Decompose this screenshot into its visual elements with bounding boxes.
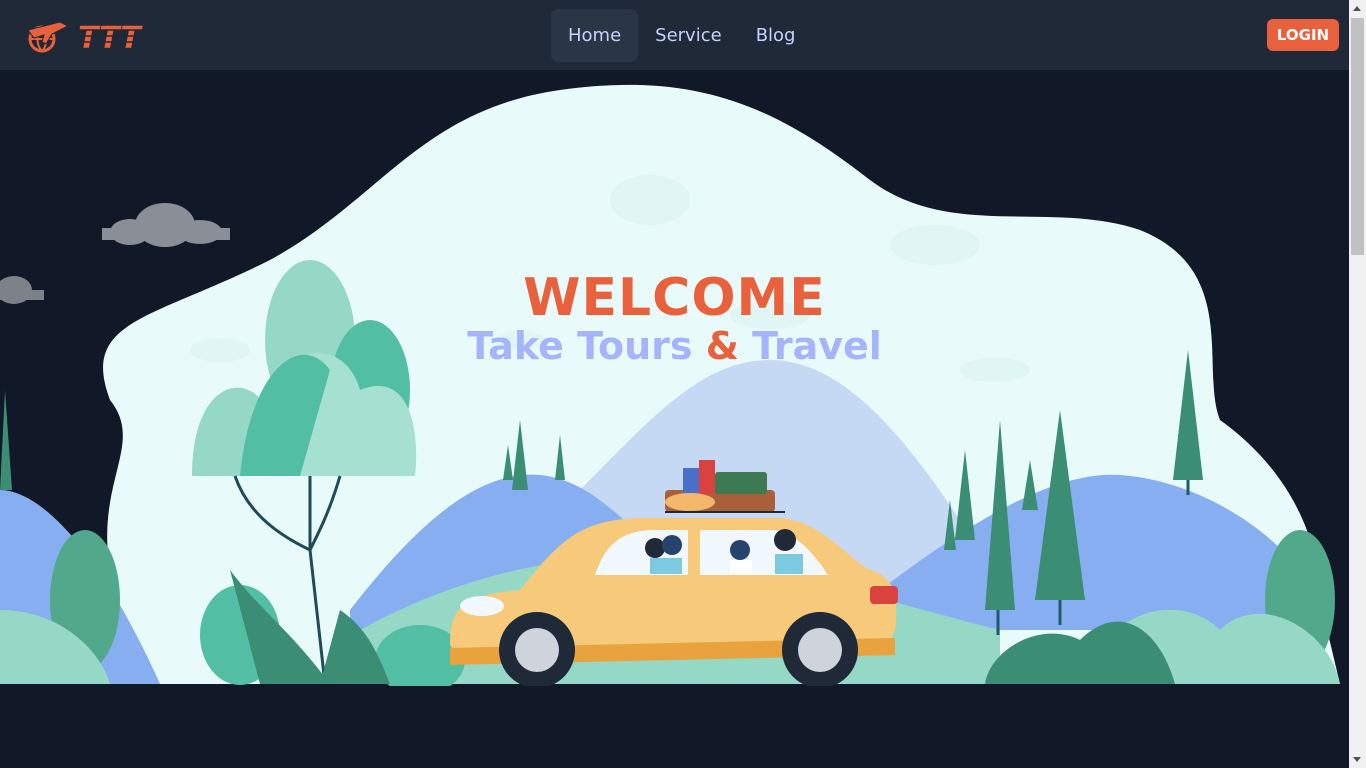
globe-plane-icon (27, 21, 70, 53)
scroll-up-arrow-icon[interactable] (1353, 6, 1361, 11)
cloud-dark-1 (102, 203, 230, 247)
tagline-part1: Take Tours (467, 324, 693, 368)
scroll-thumb[interactable] (1351, 18, 1364, 255)
nav-blog-link[interactable]: Blog (739, 9, 813, 62)
hero-welcome-title: WELCOME (523, 268, 826, 328)
hero-section: WELCOME Take Tours & Travel (0, 70, 1349, 695)
hero-illustration (0, 84, 1341, 695)
login-button[interactable]: LOGIN (1267, 19, 1339, 51)
navbar: TTT Home Service Blog LOGIN (0, 0, 1349, 70)
logo-icon[interactable]: TTT (26, 18, 168, 54)
page-scrollbar[interactable] (1349, 0, 1366, 768)
logo-text: TTT (78, 21, 143, 54)
tagline-ampersand: & (705, 324, 739, 368)
nav-service-link[interactable]: Service (638, 9, 739, 62)
hero-tagline: Take Tours & Travel (0, 325, 1349, 367)
scroll-down-arrow-icon[interactable] (1353, 757, 1361, 762)
tagline-part2: Travel (752, 324, 882, 368)
nav-links: Home Service Blog (551, 9, 812, 62)
nav-home-link[interactable]: Home (551, 9, 639, 62)
